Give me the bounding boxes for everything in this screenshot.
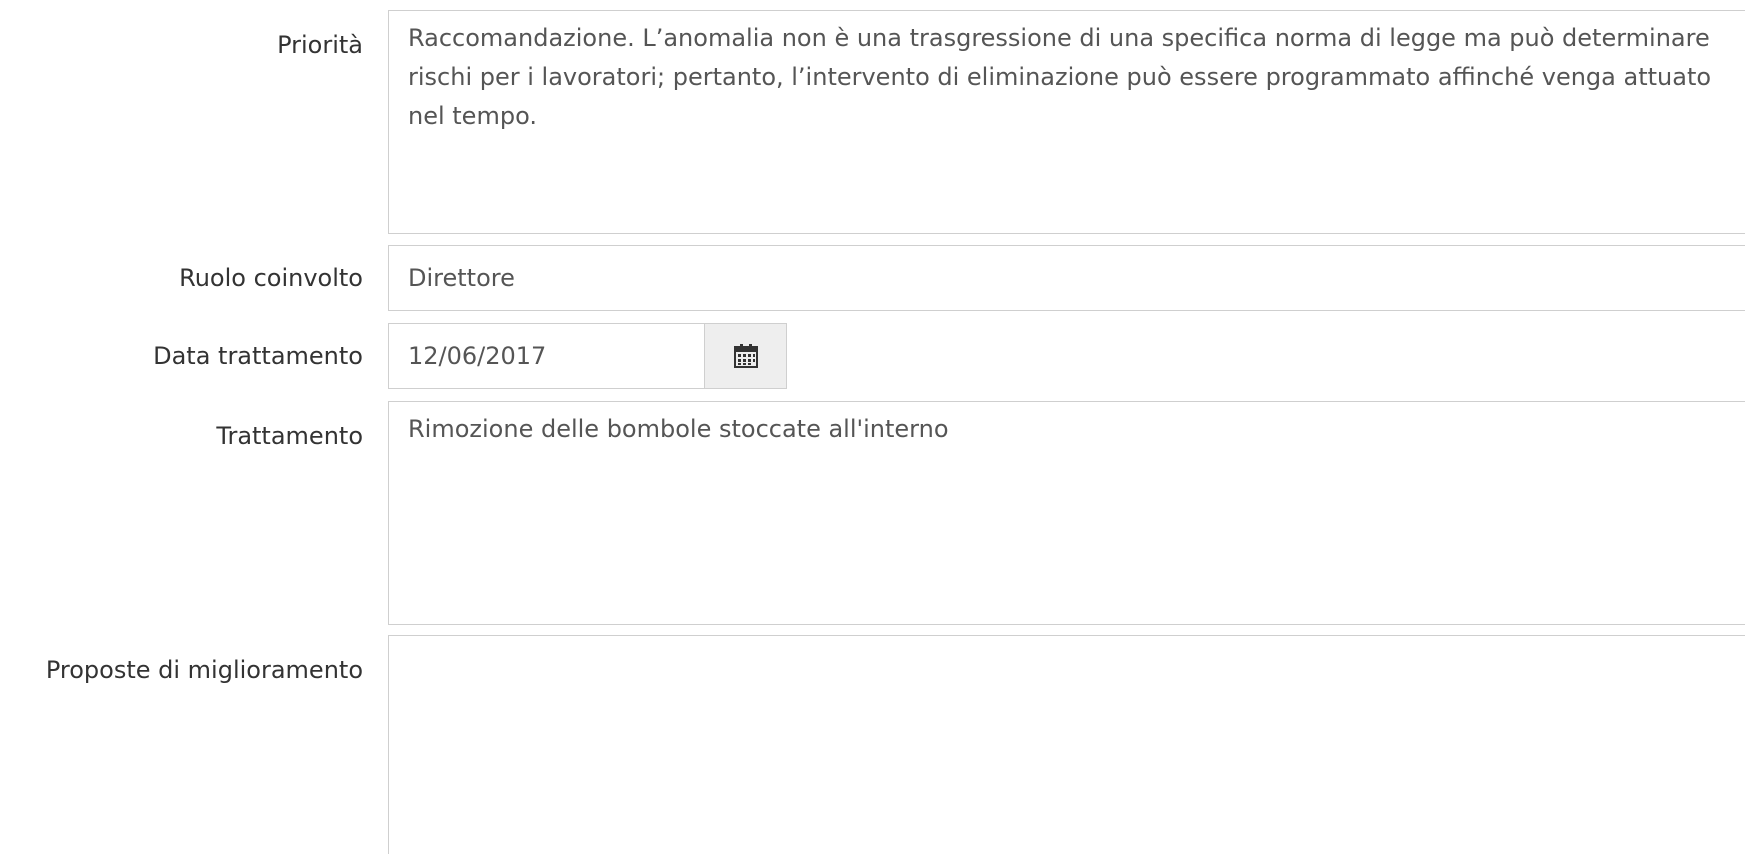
ruolo-input[interactable]: Direttore bbox=[388, 245, 1745, 311]
trattamento-row: Trattamento Rimozione delle bombole stoc… bbox=[0, 401, 1745, 625]
calendar-button[interactable] bbox=[704, 323, 787, 389]
data-trattamento-row: Data trattamento 12/06/2017 bbox=[0, 323, 1745, 389]
ruolo-value: Direttore bbox=[408, 264, 515, 292]
proposte-label: Proposte di miglioramento bbox=[45, 656, 363, 684]
priorita-textarea[interactable]: Raccomandazione. L’anomalia non è una tr… bbox=[388, 10, 1745, 234]
treatment-form: Priorità Raccomandazione. L’anomalia non… bbox=[0, 0, 1745, 854]
proposte-row: Proposte di miglioramento bbox=[0, 635, 1745, 854]
trattamento-text: Rimozione delle bombole stoccate all'int… bbox=[408, 415, 949, 443]
trattamento-textarea[interactable]: Rimozione delle bombole stoccate all'int… bbox=[388, 401, 1745, 625]
calendar-icon bbox=[733, 344, 758, 368]
priorita-label: Priorità bbox=[277, 31, 363, 59]
data-trattamento-label: Data trattamento bbox=[153, 342, 363, 370]
data-trattamento-input[interactable]: 12/06/2017 bbox=[388, 323, 705, 389]
priorita-row: Priorità Raccomandazione. L’anomalia non… bbox=[0, 10, 1745, 234]
proposte-textarea[interactable] bbox=[388, 635, 1745, 854]
priorita-text: Raccomandazione. L’anomalia non è una tr… bbox=[408, 24, 1712, 130]
ruolo-row: Ruolo coinvolto Direttore bbox=[0, 245, 1745, 311]
trattamento-label: Trattamento bbox=[216, 422, 363, 450]
data-trattamento-value: 12/06/2017 bbox=[408, 342, 547, 370]
ruolo-label: Ruolo coinvolto bbox=[179, 264, 363, 292]
